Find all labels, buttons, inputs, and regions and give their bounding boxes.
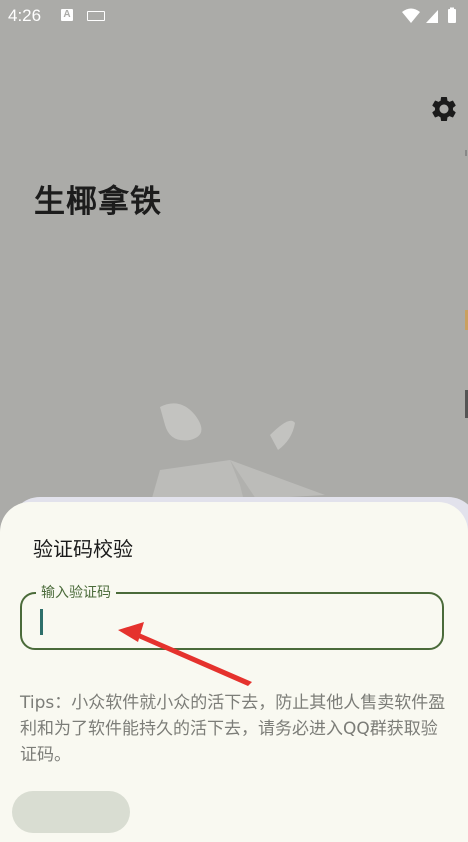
text-cursor	[40, 609, 43, 635]
tips-text: Tips：小众软件就小众的活下去，防止其他人售卖软件盈利和为了软件能持久的活下去…	[20, 693, 446, 765]
keyboard-icon	[87, 11, 105, 21]
battery-icon	[448, 9, 456, 23]
status-time: 4:26	[8, 6, 42, 25]
annotation-arrow	[118, 622, 252, 686]
a-notification-icon: A	[61, 9, 73, 21]
status-icons	[402, 7, 456, 23]
settings-gear-icon[interactable]	[429, 94, 459, 124]
background-illustration	[150, 403, 325, 505]
wifi-icon	[402, 8, 420, 23]
confirm-button[interactable]	[12, 791, 130, 833]
app-title: 生椰拿铁	[34, 184, 162, 220]
signal-icon	[426, 10, 438, 23]
status-bar: 4:26 A	[0, 0, 468, 32]
dialog-title: 验证码校验	[33, 537, 133, 561]
